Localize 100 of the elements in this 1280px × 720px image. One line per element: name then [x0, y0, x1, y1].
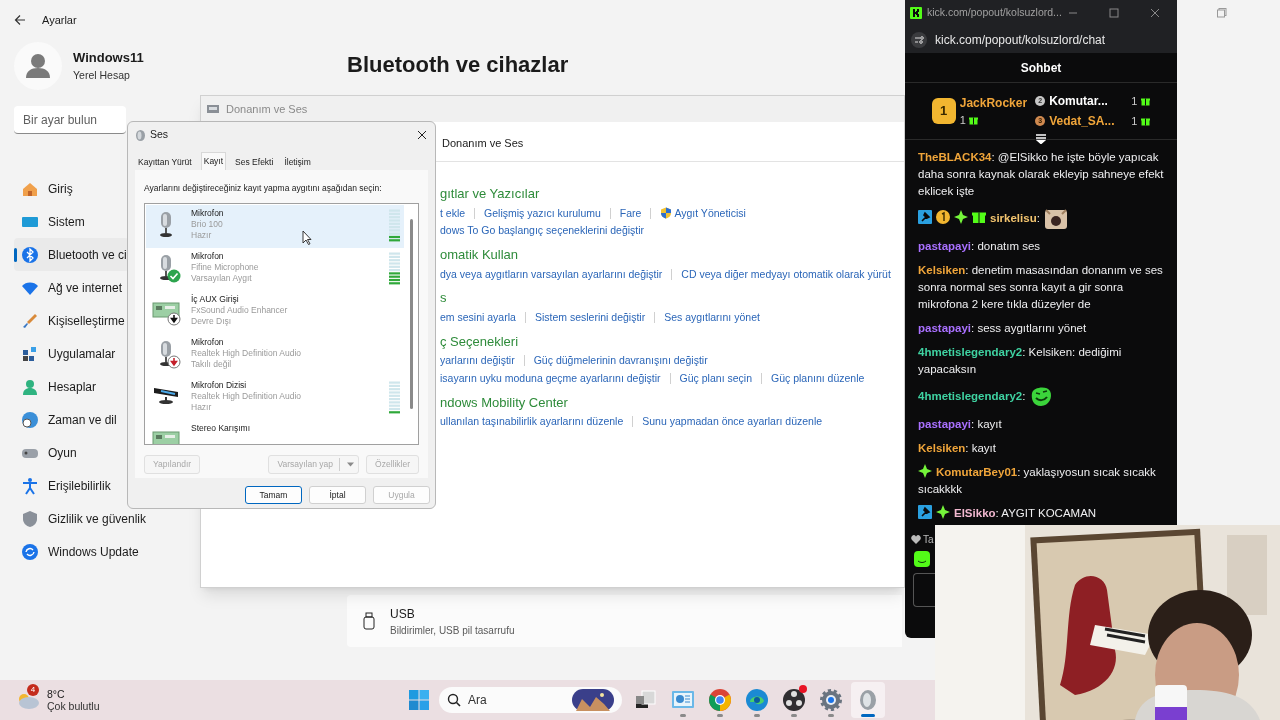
chat-username[interactable]: pastapayi — [918, 240, 972, 252]
link[interactable]: ullanılan taşınabilirlik ayarlarını düzenle — [440, 414, 624, 430]
user-name: Windows11 — [73, 49, 144, 68]
section-heading[interactable]: gıtlar ve Yazıcılar — [440, 184, 540, 204]
link[interactable]: Sunu yapmadan önce ayarları düzenle — [642, 414, 823, 430]
link[interactable]: yarlarını değiştir — [440, 353, 515, 369]
usb-icon — [363, 612, 375, 630]
start-icon[interactable] — [408, 689, 430, 711]
close-icon[interactable] — [417, 130, 427, 140]
chat-username[interactable]: pastapayi — [918, 418, 972, 430]
link[interactable]: Güç planı seçin — [679, 370, 752, 387]
nav-item[interactable]: Kişiselleştirme — [14, 304, 127, 337]
button[interactable]: İptal — [309, 486, 366, 504]
nav-item[interactable]: Hesaplar — [14, 370, 122, 403]
device-status: Hazır — [191, 229, 212, 241]
tab[interactable]: Ses Efekti — [233, 154, 276, 170]
nav-item[interactable]: Windows Update — [14, 535, 141, 568]
scroll-down-icon[interactable] — [1035, 134, 1047, 144]
nav-item[interactable]: Ağ ve internet — [14, 271, 125, 304]
leader-name[interactable]: Vedat_SA... — [1049, 112, 1115, 130]
nav-item[interactable]: Erişilebilirlik — [14, 469, 122, 502]
link[interactable]: em sesini ayarla — [440, 309, 516, 326]
nav-item[interactable]: Uygulamalar — [14, 337, 122, 370]
nav-item[interactable]: Giriş — [14, 172, 122, 205]
chat-message: KomutarBey01: yaklaşıyosun sıcak sıcakk sıcakkkk — [918, 464, 1157, 497]
link[interactable]: Güç düğmelerinin davranışını değiştir — [533, 353, 708, 369]
leader-name[interactable]: Komutar... — [1049, 92, 1108, 110]
section-heading[interactable]: s — [440, 288, 447, 308]
link[interactable]: Sistem seslerini değiştir — [534, 309, 646, 326]
nav-item[interactable]: Bluetooth ve ci — [14, 238, 129, 271]
device-driver: Realtek High Definition Audio — [191, 347, 302, 359]
minimize-icon[interactable] — [1068, 12, 1078, 14]
bluetooth-icon — [21, 245, 39, 264]
device-row[interactable]: Mikrofon Fifine Microphone Varsayılan Aygıt — [146, 247, 404, 291]
site-settings-icon[interactable] — [911, 31, 927, 48]
device-driver: Realtek High Definition Audio — [191, 390, 302, 402]
rank-badge: 1 — [931, 98, 956, 124]
section-heading[interactable]: ndows Mobility Center — [440, 392, 568, 412]
card-subtitle: Bildirimler, USB pil tasarrufu — [390, 623, 515, 638]
gift-icon — [1141, 96, 1151, 106]
chat-username[interactable]: sirkelisu — [990, 212, 1037, 225]
chat-message: ElSikko: AYGIT KOCAMAN — [918, 505, 1164, 522]
chat-username[interactable]: pastapayi — [918, 322, 972, 334]
account-type: Yerel Hesap — [73, 67, 131, 83]
accessibility-icon — [21, 476, 39, 495]
scrollbar-thumb[interactable] — [410, 218, 413, 409]
device-name: Mikrofon — [191, 207, 224, 219]
window-title: Donanım ve Ses — [226, 101, 308, 117]
chat-username[interactable]: ElSikko — [954, 507, 996, 519]
chat-message: Kelsiken: denetim masasından donanım ve ses sonra normal ses sonra kayıt a gir sonra mikrofona 2 kere tıkla düzeyler de — [918, 263, 1164, 312]
device-name: Mikrofon — [191, 250, 224, 262]
chat-message: Kelsiken: kayıt — [918, 441, 997, 456]
link[interactable]: Ses aygıtlarını yönet — [664, 309, 760, 326]
tab[interactable]: Kayıttan Yürüt — [136, 154, 194, 170]
link[interactable]: CD veya diğer medyayı otomatik olarak yürüt — [681, 266, 891, 283]
device-row[interactable]: Stereo Karışımı — [146, 419, 404, 444]
chat-message: pastapayi: kayıt — [918, 417, 1003, 432]
tab[interactable]: Kayıt — [200, 152, 227, 170]
search-field[interactable]: Bir ayar bulun — [14, 106, 126, 134]
link[interactable]: dya veya aygıtların varsayılan ayarlarını değiştir — [440, 266, 663, 283]
shield-icon — [21, 509, 39, 528]
button[interactable]: Tamam — [245, 486, 302, 504]
restore-icon[interactable] — [1217, 8, 1227, 18]
back-icon[interactable] — [14, 14, 26, 26]
search-field[interactable]: Ara — [439, 687, 622, 713]
nav-item[interactable]: Zaman ve dil — [14, 403, 122, 436]
emote-icon[interactable] — [914, 551, 930, 567]
link[interactable]: Güç planını düzenle — [771, 370, 865, 387]
breadcrumb[interactable]: Donanım ve Ses — [442, 135, 524, 152]
chat-message: pastapayi: sess aygıtlarını yönet — [918, 321, 1088, 336]
nav-item[interactable]: Gizlilik ve güvenlik — [14, 502, 149, 535]
section-heading[interactable]: ç Seçenekleri — [440, 331, 519, 351]
chat-message: TheBLACK34: @ElSikko he işte böyle yapıcak daha sonra kaynak olarak ekleyip sahneye efekt eklicek işte — [918, 150, 1164, 199]
nav-item[interactable]: Oyun — [14, 436, 122, 469]
device-driver: Fifine Microphone — [191, 261, 259, 273]
cursor-icon — [302, 229, 312, 245]
chat-message: 4hmetislegendary2: — [918, 385, 1164, 409]
brush-icon — [21, 311, 39, 330]
shield-icon — [660, 207, 673, 220]
link[interactable]: Fare — [619, 205, 642, 222]
leader-name[interactable]: JackRocker — [959, 93, 1028, 112]
chat-message: pastapayi: donatım ses — [918, 239, 1042, 254]
device-row[interactable]: Mikrofon Realtek High Definition Audio Takılı değil — [146, 333, 404, 377]
section-heading[interactable]: omatik Kullan — [440, 245, 519, 265]
device-row[interactable]: Mikrofon Dizisi Realtek High Definition Audio Hazır — [146, 376, 404, 420]
link[interactable]: Aygıt Yöneticisi — [660, 205, 746, 222]
device-row[interactable]: Mikrofon Brio 100 Hazır — [146, 204, 404, 248]
obs-icon — [782, 688, 806, 712]
tab[interactable]: İletişim — [282, 154, 313, 170]
gift-icon — [968, 115, 978, 125]
link[interactable]: isayarın uyku moduna geçme ayarlarını değiştir — [440, 370, 661, 387]
maximize-icon[interactable] — [1109, 8, 1119, 18]
device-name: Mikrofon Dizisi — [191, 379, 247, 391]
link[interactable]: dows To Go başlangıç seçeneklerini değiştir — [440, 223, 645, 239]
link[interactable]: t ekle — [440, 205, 466, 222]
chat-message: sirkelisu: — [918, 207, 1164, 231]
nav-item[interactable]: Sistem — [14, 205, 122, 238]
setting-card[interactable]: USB Bildirimler, USB pil tasarrufu — [347, 595, 902, 647]
link[interactable]: Gelişmiş yazıcı kurulumu — [484, 205, 601, 222]
device-name: Stereo Karışımı — [191, 422, 251, 434]
